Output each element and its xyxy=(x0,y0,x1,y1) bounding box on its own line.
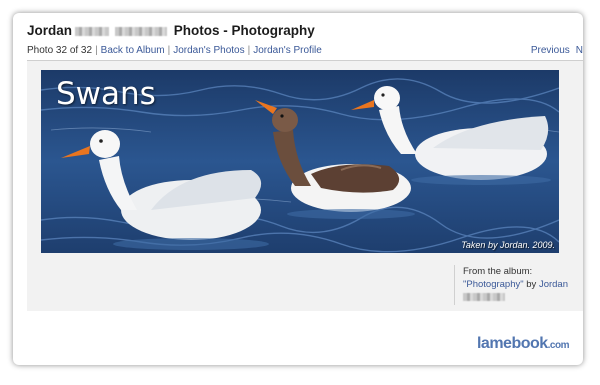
photo[interactable]: Swans Taken by Jordan. 2009. xyxy=(41,70,559,253)
title-suffix: Photos - Photography xyxy=(173,23,315,38)
lamebook-watermark: lamebook.com xyxy=(476,335,570,353)
album-owner-redacted xyxy=(463,291,583,304)
owner-photos-link[interactable]: Jordan's Photos xyxy=(173,45,244,56)
album-line: "Photography" by Jordan xyxy=(463,278,583,291)
photo-title-overlay: Swans xyxy=(56,76,156,112)
album-label: From the album: xyxy=(463,266,533,277)
photo-area: Swans Taken by Jordan. 2009. From the al… xyxy=(27,61,583,311)
owner-profile-link[interactable]: Jordan's Profile xyxy=(253,45,322,56)
separator: | xyxy=(247,45,251,56)
photo-navigation: Previous N xyxy=(525,45,583,56)
separator: | xyxy=(95,45,98,56)
redacted-name-blur xyxy=(75,26,110,36)
redacted-name-blur xyxy=(463,293,505,302)
photo-position: Photo 32 of 32 xyxy=(27,45,93,56)
album-name-link[interactable]: "Photography" xyxy=(463,279,524,290)
photo-caption: Taken by Jordan. 2009. xyxy=(461,240,555,250)
owner-first-name: Jordan xyxy=(27,23,73,38)
facebook-photo-page: Jordan Photos - Photography Photo 32 of … xyxy=(13,13,583,365)
album-by: by xyxy=(526,279,537,290)
previous-link[interactable]: Previous xyxy=(531,45,570,56)
next-link[interactable]: N xyxy=(576,45,583,56)
separator: | xyxy=(167,45,171,56)
watermark-tld: .com xyxy=(547,340,570,351)
watermark-brand: lamebook xyxy=(476,335,548,352)
redacted-name-blur xyxy=(115,26,168,36)
breadcrumb: Photo 32 of 32 | Back to Album | Jordan's Ph… xyxy=(27,45,322,56)
back-to-album-link[interactable]: Back to Album xyxy=(101,45,165,56)
album-owner-link[interactable]: Jordan xyxy=(539,279,568,290)
page-title: Jordan Photos - Photography xyxy=(27,23,315,38)
album-info: From the album: "Photography" by Jordan xyxy=(454,265,583,305)
